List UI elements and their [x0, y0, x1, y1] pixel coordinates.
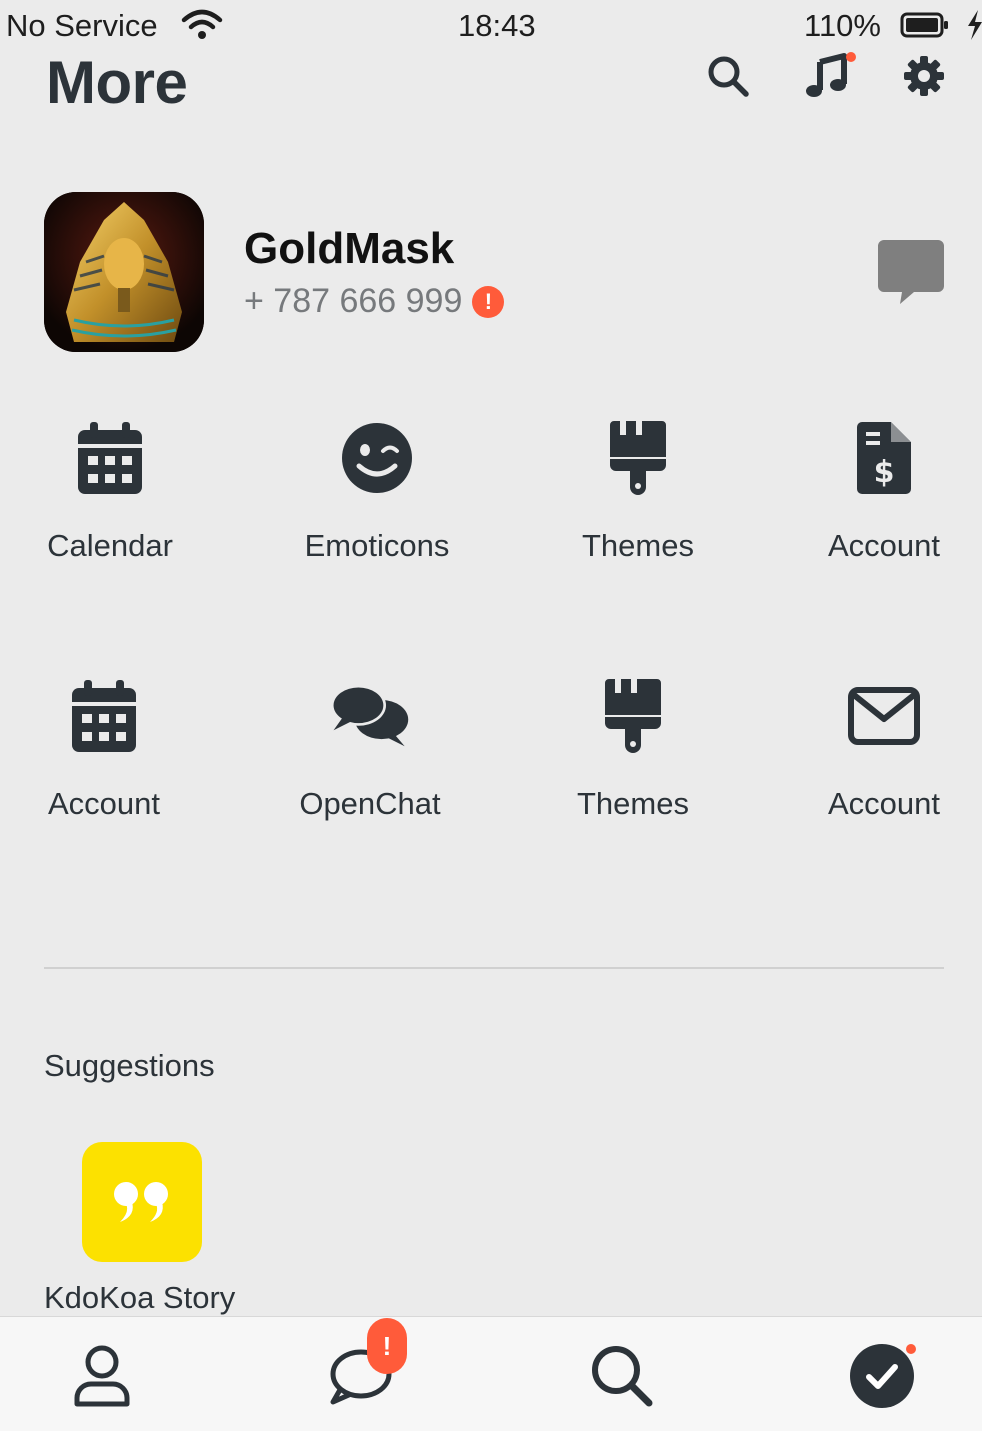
calendar-icon — [70, 418, 150, 498]
profile-icon[interactable] — [62, 1336, 142, 1416]
profile-phone: + 787 666 999 — [244, 282, 463, 320]
grid-item-account-invoice[interactable]: $ Account — [784, 418, 982, 564]
invoice-dollar-icon: $ — [844, 418, 924, 498]
grid-item-emoticons[interactable]: Emoticons — [277, 418, 477, 564]
charging-bolt-icon — [966, 10, 982, 45]
grid-label: Themes — [582, 528, 694, 563]
search-icon[interactable] — [702, 50, 754, 102]
grid-item-themes[interactable]: Themes — [538, 418, 738, 564]
profile-name[interactable]: GoldMask — [244, 224, 454, 274]
grid-label: Account — [827, 786, 940, 821]
avatar[interactable] — [44, 192, 204, 352]
grid-item-account-mail[interactable]: Account — [784, 676, 982, 822]
chat-badge: ! — [367, 1318, 407, 1374]
carrier-label: No Service — [6, 8, 158, 43]
gear-icon[interactable] — [898, 50, 950, 102]
battery-icon — [900, 12, 950, 43]
profile-phone-row: + 787 666 999 ! — [244, 282, 505, 321]
notification-dot — [906, 1344, 916, 1354]
suggestion-label[interactable]: KdoKoa Story — [44, 1280, 235, 1316]
paint-brush-icon — [598, 418, 678, 498]
grid-item-account-calendar[interactable]: Account — [4, 676, 204, 822]
grid-item-calendar[interactable]: Calendar — [10, 418, 210, 564]
chat-bubble-icon[interactable] — [878, 240, 944, 311]
grid-label: Calendar — [47, 528, 173, 563]
paint-brush-icon — [593, 676, 673, 756]
grid-label: Account — [47, 786, 160, 821]
grid-item-themes-2[interactable]: Themes — [533, 676, 733, 822]
calendar-icon — [64, 676, 144, 756]
wink-face-icon — [337, 418, 417, 498]
quote-icon[interactable] — [82, 1142, 202, 1262]
battery-percent: 110% — [804, 8, 881, 43]
grid-label: OpenChat — [299, 786, 441, 821]
clock: 18:43 — [458, 8, 536, 43]
grid-item-openchat[interactable]: OpenChat — [270, 676, 470, 822]
notification-dot — [846, 52, 856, 62]
grid-label: Themes — [577, 786, 689, 821]
divider — [44, 967, 944, 969]
envelope-icon — [844, 676, 924, 756]
alert-badge[interactable]: ! — [472, 285, 505, 318]
grid-label: Emoticons — [304, 528, 450, 563]
search-tab-icon[interactable] — [582, 1336, 662, 1416]
chat-bubbles-icon — [330, 676, 410, 756]
tab-bar — [0, 1316, 982, 1431]
wifi-icon — [180, 8, 224, 47]
svg-text:$: $ — [874, 455, 895, 490]
suggestions-heading: Suggestions — [44, 1048, 215, 1083]
page-title: More — [46, 49, 188, 116]
grid-label: Account — [827, 528, 940, 563]
